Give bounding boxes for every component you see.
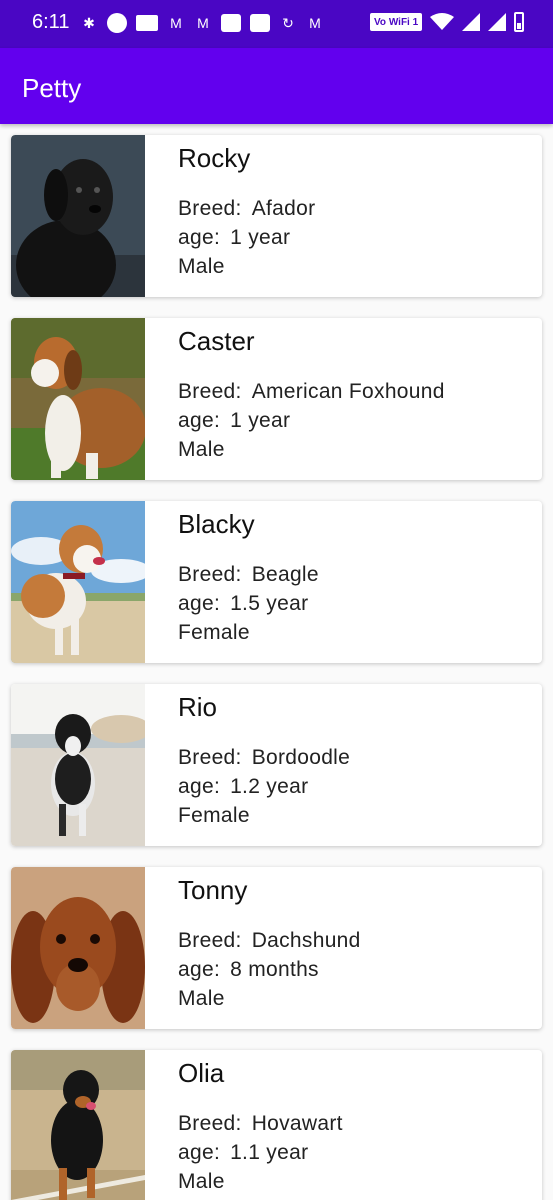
pet-name: Rocky <box>178 143 251 173</box>
gender-value: Male <box>178 987 225 1010</box>
vowifi-badge: Vo WiFi 1 <box>370 13 423 31</box>
pet-photo <box>11 135 145 297</box>
age-label: age: <box>178 958 221 981</box>
age-value: 1.2 year <box>230 775 309 798</box>
pet-list[interactable]: Rocky Breed: Afador age: 1 year Male Caste… <box>0 124 553 1200</box>
m-icon: M <box>309 15 321 31</box>
age-label: age: <box>178 409 221 432</box>
breed-label: Breed: <box>178 746 242 769</box>
age-value: 1.1 year <box>230 1141 309 1164</box>
age-value: 8 months <box>230 958 319 981</box>
pet-name: Caster <box>178 326 255 356</box>
age-label: age: <box>178 775 221 798</box>
age-row: age: 1.1 year <box>178 1141 308 1165</box>
breed-label: Breed: <box>178 563 242 586</box>
battery-icon <box>514 12 525 32</box>
age-value: 1 year <box>230 409 291 432</box>
pet-photo <box>11 501 145 663</box>
pet-photo <box>11 318 145 480</box>
app-icon <box>250 14 270 32</box>
signal-icon <box>462 13 481 31</box>
app-icon <box>221 14 241 32</box>
sync-icon: ↻ <box>282 14 294 31</box>
breed-value: Bordoodle <box>251 746 351 769</box>
pet-card[interactable]: Caster Breed: American Foxhound age: 1 yea… <box>11 318 542 480</box>
pet-photo <box>11 867 145 1029</box>
age-value: 1 year <box>230 226 291 249</box>
breed-row: Breed: Dachshund <box>178 929 361 953</box>
status-time: 6:11 <box>32 11 70 33</box>
breed-value: American Foxhound <box>251 380 445 403</box>
breed-row: Breed: Bordoodle <box>178 746 350 770</box>
age-row: age: 1 year <box>178 409 290 433</box>
gender-value: Male <box>178 255 225 278</box>
age-row: age: 1 year <box>178 226 290 250</box>
pet-card[interactable]: Rocky Breed: Afador age: 1 year Male <box>11 135 542 297</box>
age-label: age: <box>178 1141 221 1164</box>
breed-value: Hovawart <box>251 1112 343 1135</box>
breed-value: Dachshund <box>251 929 361 952</box>
system-icons: Vo WiFi 1 <box>370 12 525 32</box>
app-bar: Petty <box>0 48 553 124</box>
gender-value: Male <box>178 438 225 461</box>
circle-icon <box>107 13 127 33</box>
app-title: Petty <box>22 73 82 103</box>
breed-row: Breed: Hovawart <box>178 1112 343 1136</box>
age-label: age: <box>178 226 221 249</box>
slack-icon: ✱ <box>83 14 95 31</box>
age-label: age: <box>178 592 221 615</box>
wifi-icon <box>430 13 455 30</box>
pet-card[interactable]: Olia Breed: Hovawart age: 1.1 year Male <box>11 1050 542 1200</box>
status-bar: 6:11 ✱ M M ↻ M Vo WiFi 1 <box>0 0 553 48</box>
breed-label: Breed: <box>178 380 242 403</box>
pet-card[interactable]: Tonny Breed: Dachshund age: 8 months Male <box>11 867 542 1029</box>
notification-icons: ✱ M M ↻ M <box>80 13 324 33</box>
pet-card[interactable]: Rio Breed: Bordoodle age: 1.2 year Female <box>11 684 542 846</box>
gender-value: Female <box>178 621 250 644</box>
breed-row: Breed: Afador <box>178 197 315 221</box>
pet-name: Blacky <box>178 509 255 539</box>
age-value: 1.5 year <box>230 592 309 615</box>
pet-name: Rio <box>178 692 218 722</box>
pet-photo <box>11 684 145 846</box>
breed-row: Breed: American Foxhound <box>178 380 445 404</box>
breed-label: Breed: <box>178 1112 242 1135</box>
breed-label: Breed: <box>178 929 242 952</box>
gender-value: Male <box>178 1170 225 1193</box>
pet-name: Tonny <box>178 875 248 905</box>
breed-row: Breed: Beagle <box>178 563 319 587</box>
gmail-icon: M <box>170 15 182 31</box>
age-row: age: 1.5 year <box>178 592 308 616</box>
breed-value: Afador <box>251 197 316 220</box>
breed-label: Breed: <box>178 197 242 220</box>
gender-value: Female <box>178 804 250 827</box>
pet-card[interactable]: Blacky Breed: Beagle age: 1.5 year Female <box>11 501 542 663</box>
age-row: age: 8 months <box>178 958 319 982</box>
signal-icon <box>488 13 507 31</box>
breed-value: Beagle <box>251 563 319 586</box>
pet-name: Olia <box>178 1058 225 1088</box>
gmail-icon: M <box>197 15 209 31</box>
age-row: age: 1.2 year <box>178 775 308 799</box>
news-icon <box>136 15 158 31</box>
pet-photo <box>11 1050 145 1200</box>
